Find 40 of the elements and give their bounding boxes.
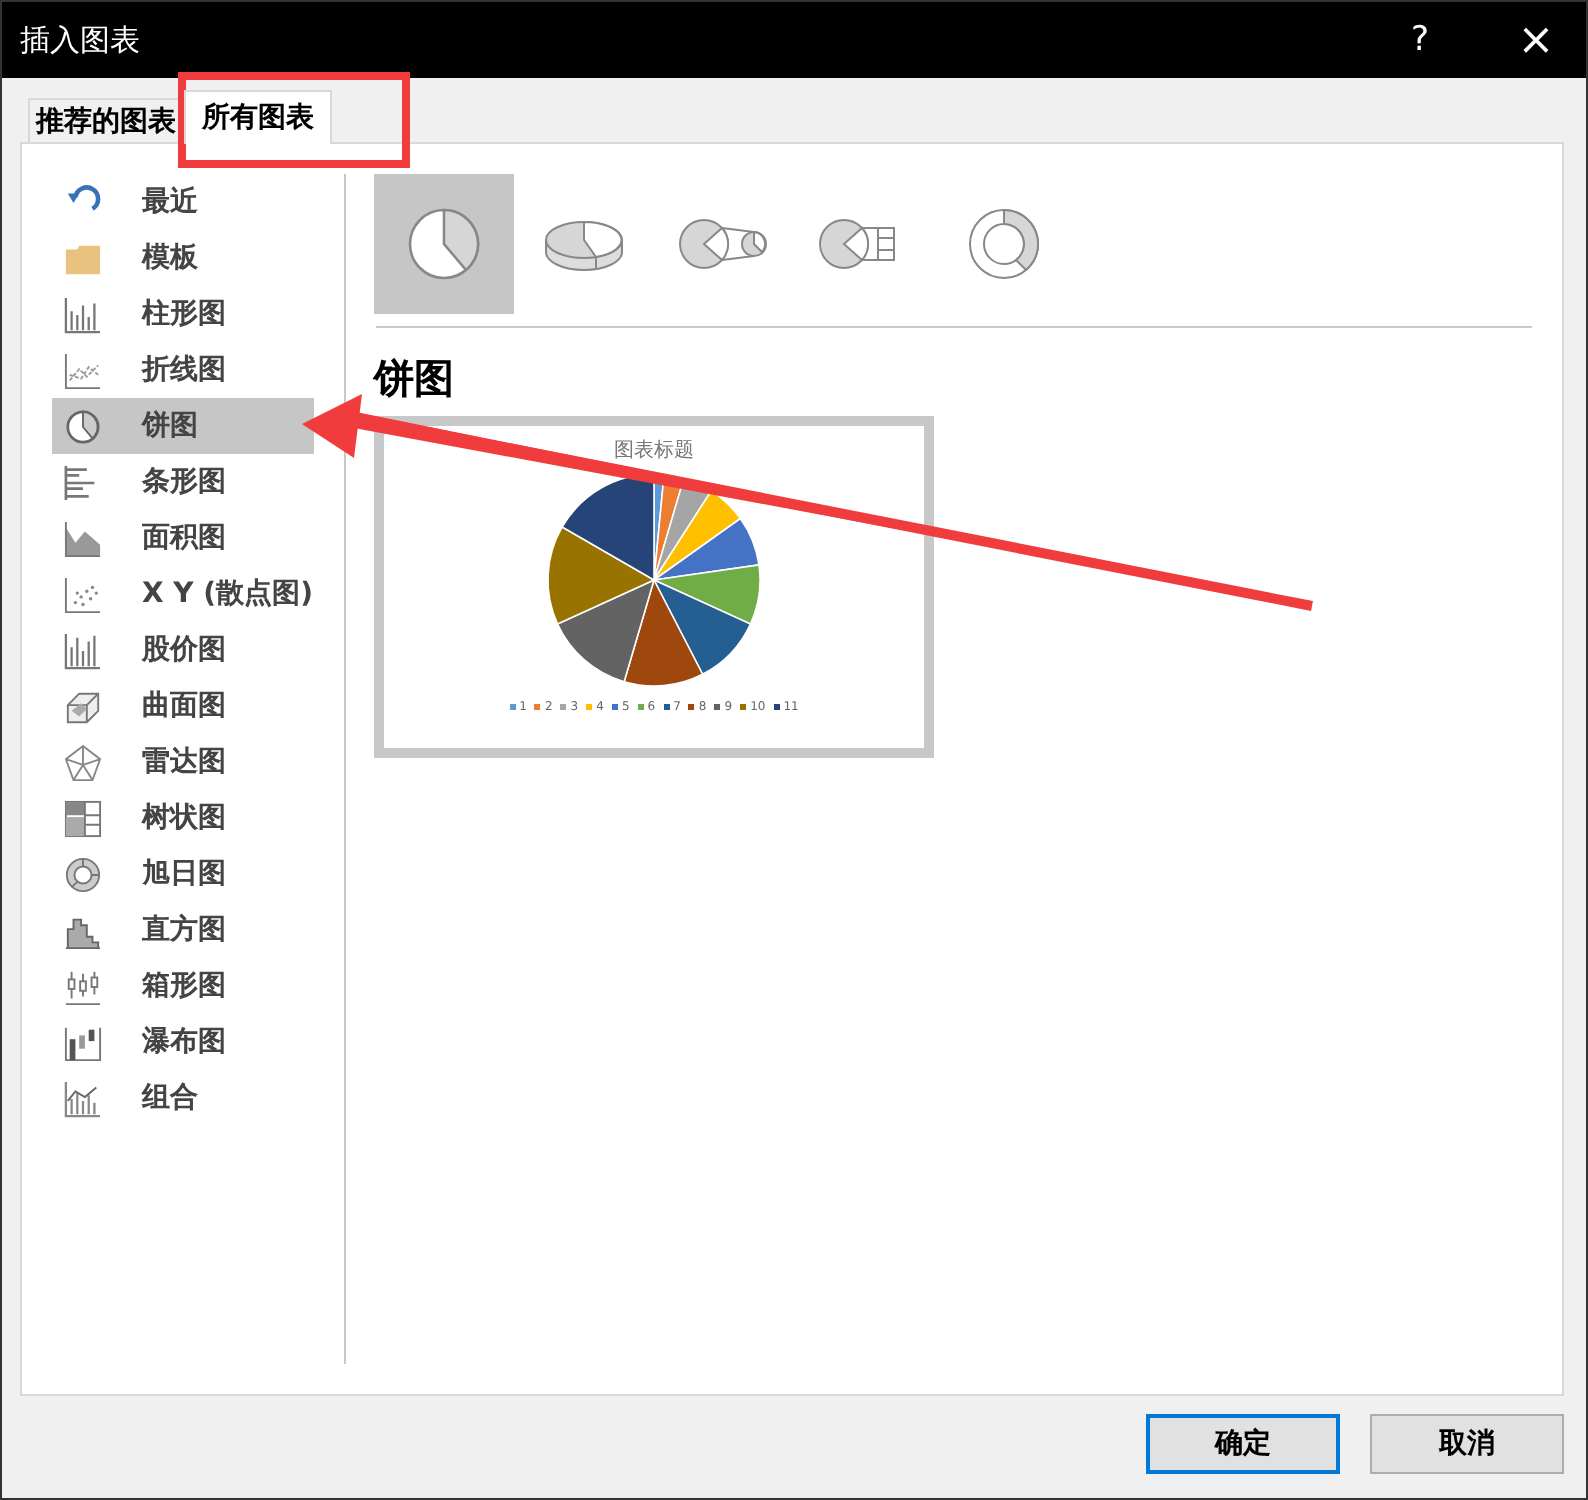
chart-title: 图表标题 [614, 437, 694, 464]
window-title: 插入图表 [20, 21, 140, 59]
radar-chart-icon [64, 743, 102, 781]
chart-type-item[interactable]: 饼图 [52, 398, 314, 454]
chart-type-item[interactable]: 面积图 [52, 510, 314, 566]
chart-type-item[interactable]: 曲面图 [52, 678, 314, 734]
chart-type-item[interactable]: 箱形图 [52, 958, 314, 1014]
chart-type-item[interactable]: 折线图 [52, 342, 314, 398]
sunburst-chart-icon [64, 855, 102, 893]
chart-type-item[interactable]: 旭日图 [52, 846, 314, 902]
box-chart-icon [64, 967, 102, 1005]
tab[interactable]: 推荐的图表 [28, 98, 184, 142]
scatter-chart-icon [64, 575, 102, 613]
chart-type-item[interactable]: 树状图 [52, 790, 314, 846]
chart-type-item[interactable]: X Y (散点图) [52, 566, 314, 622]
line-chart-icon [64, 351, 102, 389]
cancel-button[interactable]: 取消 [1370, 1414, 1564, 1474]
chart-type-item[interactable]: 瀑布图 [52, 1014, 314, 1070]
surface-chart-icon [64, 687, 102, 725]
chart-heading: 饼图 [374, 352, 454, 404]
treemap-chart-icon [64, 799, 102, 837]
area-chart-icon [64, 519, 102, 557]
chart-type-item[interactable]: 模板 [52, 230, 314, 286]
chart-type-item[interactable]: 柱形图 [52, 286, 314, 342]
column-chart-icon [64, 295, 102, 333]
stock-chart-icon [64, 631, 102, 669]
ok-button[interactable]: 确定 [1146, 1414, 1340, 1474]
chart-type-item[interactable]: 条形图 [52, 454, 314, 510]
chart-type-item[interactable]: 股价图 [52, 622, 314, 678]
pie-variant-button[interactable] [374, 174, 514, 314]
chart-type-item[interactable]: 雷达图 [52, 734, 314, 790]
chart-type-item[interactable]: 组合 [52, 1070, 314, 1126]
waterfall-chart-icon [64, 1023, 102, 1061]
close-button[interactable]: × [1486, 2, 1586, 78]
combo-chart-icon [64, 1079, 102, 1117]
tab[interactable]: 所有图表 [184, 90, 332, 144]
pie-chart-icon [64, 407, 102, 445]
chart-type-item[interactable]: 最近 [52, 174, 314, 230]
chart-type-item[interactable]: 直方图 [52, 902, 314, 958]
help-button[interactable]: ? [1370, 2, 1470, 78]
